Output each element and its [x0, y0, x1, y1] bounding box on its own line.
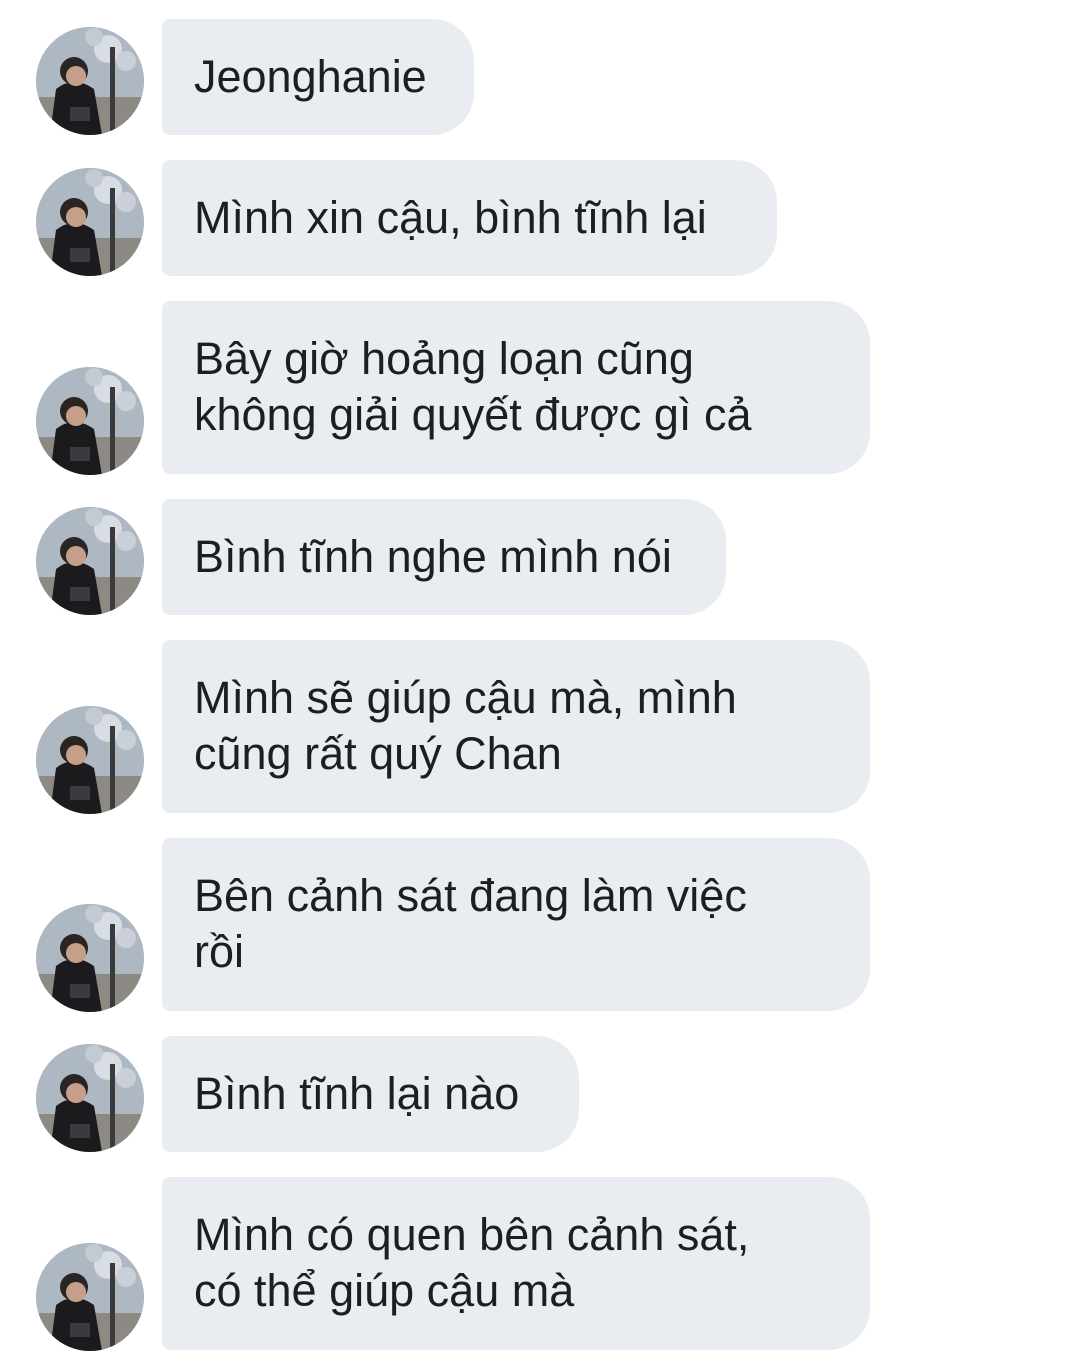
message-text: rồi	[194, 926, 245, 977]
message-thread: Jeonghanie Mình xin cậu, bình tĩnh lại B…	[0, 0, 1080, 1370]
message-bubble[interactable]: Bên cảnh sát đang làm việc rồi	[162, 838, 870, 1011]
profile-photo-icon[interactable]	[36, 1044, 144, 1152]
message-bubble[interactable]: Jeonghanie	[162, 19, 474, 135]
message-bubble[interactable]: Mình có quen bên cảnh sát, có thể giúp c…	[162, 1177, 870, 1350]
message-text: Bình tĩnh nghe mình nói	[194, 531, 672, 582]
message-bubble[interactable]: Mình sẽ giúp cậu mà, mình cũng rất quý C…	[162, 640, 870, 813]
message-row: Bình tĩnh lại nào	[0, 1036, 1080, 1152]
profile-photo-icon[interactable]	[36, 367, 144, 475]
message-row: Bên cảnh sát đang làm việc rồi	[0, 838, 1080, 1012]
profile-photo-icon[interactable]	[36, 168, 144, 276]
profile-photo-icon[interactable]	[36, 507, 144, 615]
message-text: Mình sẽ giúp cậu mà, mình	[194, 672, 737, 723]
profile-photo-icon[interactable]	[36, 1243, 144, 1351]
message-row: Mình có quen bên cảnh sát, có thể giúp c…	[0, 1177, 1080, 1351]
message-text: Bình tĩnh lại nào	[194, 1068, 520, 1119]
message-text: không giải quyết được gì cả	[194, 389, 752, 440]
message-text: cũng rất quý Chan	[194, 728, 562, 779]
message-row: Jeonghanie	[0, 19, 1080, 135]
message-text: có thể giúp cậu mà	[194, 1265, 575, 1316]
profile-photo-icon[interactable]	[36, 27, 144, 135]
message-bubble[interactable]: Bình tĩnh nghe mình nói	[162, 499, 726, 615]
message-bubble[interactable]: Bây giờ hoảng loạn cũng không giải quyết…	[162, 301, 870, 474]
message-text: Mình xin cậu, bình tĩnh lại	[194, 192, 707, 243]
message-bubble[interactable]: Bình tĩnh lại nào	[162, 1036, 579, 1152]
message-bubble[interactable]: Mình xin cậu, bình tĩnh lại	[162, 160, 777, 276]
message-row: Bây giờ hoảng loạn cũng không giải quyết…	[0, 301, 1080, 475]
message-row: Bình tĩnh nghe mình nói	[0, 499, 1080, 615]
message-text: Bây giờ hoảng loạn cũng	[194, 333, 694, 384]
profile-photo-icon[interactable]	[36, 706, 144, 814]
profile-photo-icon[interactable]	[36, 904, 144, 1012]
message-text: Jeonghanie	[194, 51, 427, 102]
message-text: Mình có quen bên cảnh sát,	[194, 1209, 750, 1260]
message-row: Mình xin cậu, bình tĩnh lại	[0, 160, 1080, 276]
message-row: Mình sẽ giúp cậu mà, mình cũng rất quý C…	[0, 640, 1080, 814]
message-text: Bên cảnh sát đang làm việc	[194, 870, 747, 921]
